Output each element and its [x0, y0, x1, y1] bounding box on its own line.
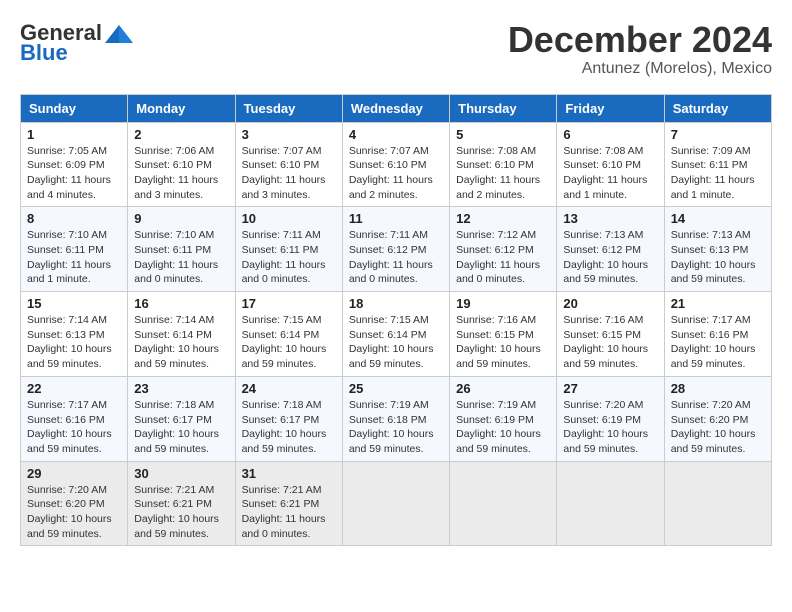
header: General Blue December 2024 Antunez (More…: [20, 20, 772, 78]
month-title: December 2024: [508, 20, 772, 60]
col-sunday: Sunday: [21, 94, 128, 122]
logo: General Blue: [20, 20, 136, 66]
logo-icon: [103, 23, 135, 45]
location: Antunez (Morelos), Mexico: [508, 60, 772, 78]
table-row: 11Sunrise: 7:11 AMSunset: 6:12 PMDayligh…: [342, 207, 449, 292]
calendar-header-row: Sunday Monday Tuesday Wednesday Thursday…: [21, 94, 772, 122]
logo-blue-text: Blue: [20, 40, 68, 66]
table-row: [342, 461, 449, 546]
table-row: 27Sunrise: 7:20 AMSunset: 6:19 PMDayligh…: [557, 376, 664, 461]
table-row: 12Sunrise: 7:12 AMSunset: 6:12 PMDayligh…: [450, 207, 557, 292]
table-row: 16Sunrise: 7:14 AMSunset: 6:14 PMDayligh…: [128, 292, 235, 377]
table-row: 19Sunrise: 7:16 AMSunset: 6:15 PMDayligh…: [450, 292, 557, 377]
col-saturday: Saturday: [664, 94, 771, 122]
table-row: [557, 461, 664, 546]
table-row: 30Sunrise: 7:21 AMSunset: 6:21 PMDayligh…: [128, 461, 235, 546]
col-friday: Friday: [557, 94, 664, 122]
table-row: 1Sunrise: 7:05 AMSunset: 6:09 PMDaylight…: [21, 122, 128, 207]
table-row: 14Sunrise: 7:13 AMSunset: 6:13 PMDayligh…: [664, 207, 771, 292]
calendar-table: Sunday Monday Tuesday Wednesday Thursday…: [20, 94, 772, 547]
table-row: 31Sunrise: 7:21 AMSunset: 6:21 PMDayligh…: [235, 461, 342, 546]
col-wednesday: Wednesday: [342, 94, 449, 122]
table-row: 3Sunrise: 7:07 AMSunset: 6:10 PMDaylight…: [235, 122, 342, 207]
col-thursday: Thursday: [450, 94, 557, 122]
table-row: 29Sunrise: 7:20 AMSunset: 6:20 PMDayligh…: [21, 461, 128, 546]
table-row: 20Sunrise: 7:16 AMSunset: 6:15 PMDayligh…: [557, 292, 664, 377]
table-row: 7Sunrise: 7:09 AMSunset: 6:11 PMDaylight…: [664, 122, 771, 207]
table-row: [664, 461, 771, 546]
table-row: 21Sunrise: 7:17 AMSunset: 6:16 PMDayligh…: [664, 292, 771, 377]
table-row: 28Sunrise: 7:20 AMSunset: 6:20 PMDayligh…: [664, 376, 771, 461]
table-row: 8Sunrise: 7:10 AMSunset: 6:11 PMDaylight…: [21, 207, 128, 292]
table-row: 13Sunrise: 7:13 AMSunset: 6:12 PMDayligh…: [557, 207, 664, 292]
table-row: 23Sunrise: 7:18 AMSunset: 6:17 PMDayligh…: [128, 376, 235, 461]
table-row: 5Sunrise: 7:08 AMSunset: 6:10 PMDaylight…: [450, 122, 557, 207]
table-row: [450, 461, 557, 546]
table-row: 4Sunrise: 7:07 AMSunset: 6:10 PMDaylight…: [342, 122, 449, 207]
table-row: 2Sunrise: 7:06 AMSunset: 6:10 PMDaylight…: [128, 122, 235, 207]
table-row: 18Sunrise: 7:15 AMSunset: 6:14 PMDayligh…: [342, 292, 449, 377]
title-area: December 2024 Antunez (Morelos), Mexico: [508, 20, 772, 78]
table-row: 17Sunrise: 7:15 AMSunset: 6:14 PMDayligh…: [235, 292, 342, 377]
table-row: 25Sunrise: 7:19 AMSunset: 6:18 PMDayligh…: [342, 376, 449, 461]
table-row: 6Sunrise: 7:08 AMSunset: 6:10 PMDaylight…: [557, 122, 664, 207]
table-row: 9Sunrise: 7:10 AMSunset: 6:11 PMDaylight…: [128, 207, 235, 292]
table-row: 26Sunrise: 7:19 AMSunset: 6:19 PMDayligh…: [450, 376, 557, 461]
col-tuesday: Tuesday: [235, 94, 342, 122]
col-monday: Monday: [128, 94, 235, 122]
table-row: 24Sunrise: 7:18 AMSunset: 6:17 PMDayligh…: [235, 376, 342, 461]
table-row: 15Sunrise: 7:14 AMSunset: 6:13 PMDayligh…: [21, 292, 128, 377]
table-row: 22Sunrise: 7:17 AMSunset: 6:16 PMDayligh…: [21, 376, 128, 461]
table-row: 10Sunrise: 7:11 AMSunset: 6:11 PMDayligh…: [235, 207, 342, 292]
